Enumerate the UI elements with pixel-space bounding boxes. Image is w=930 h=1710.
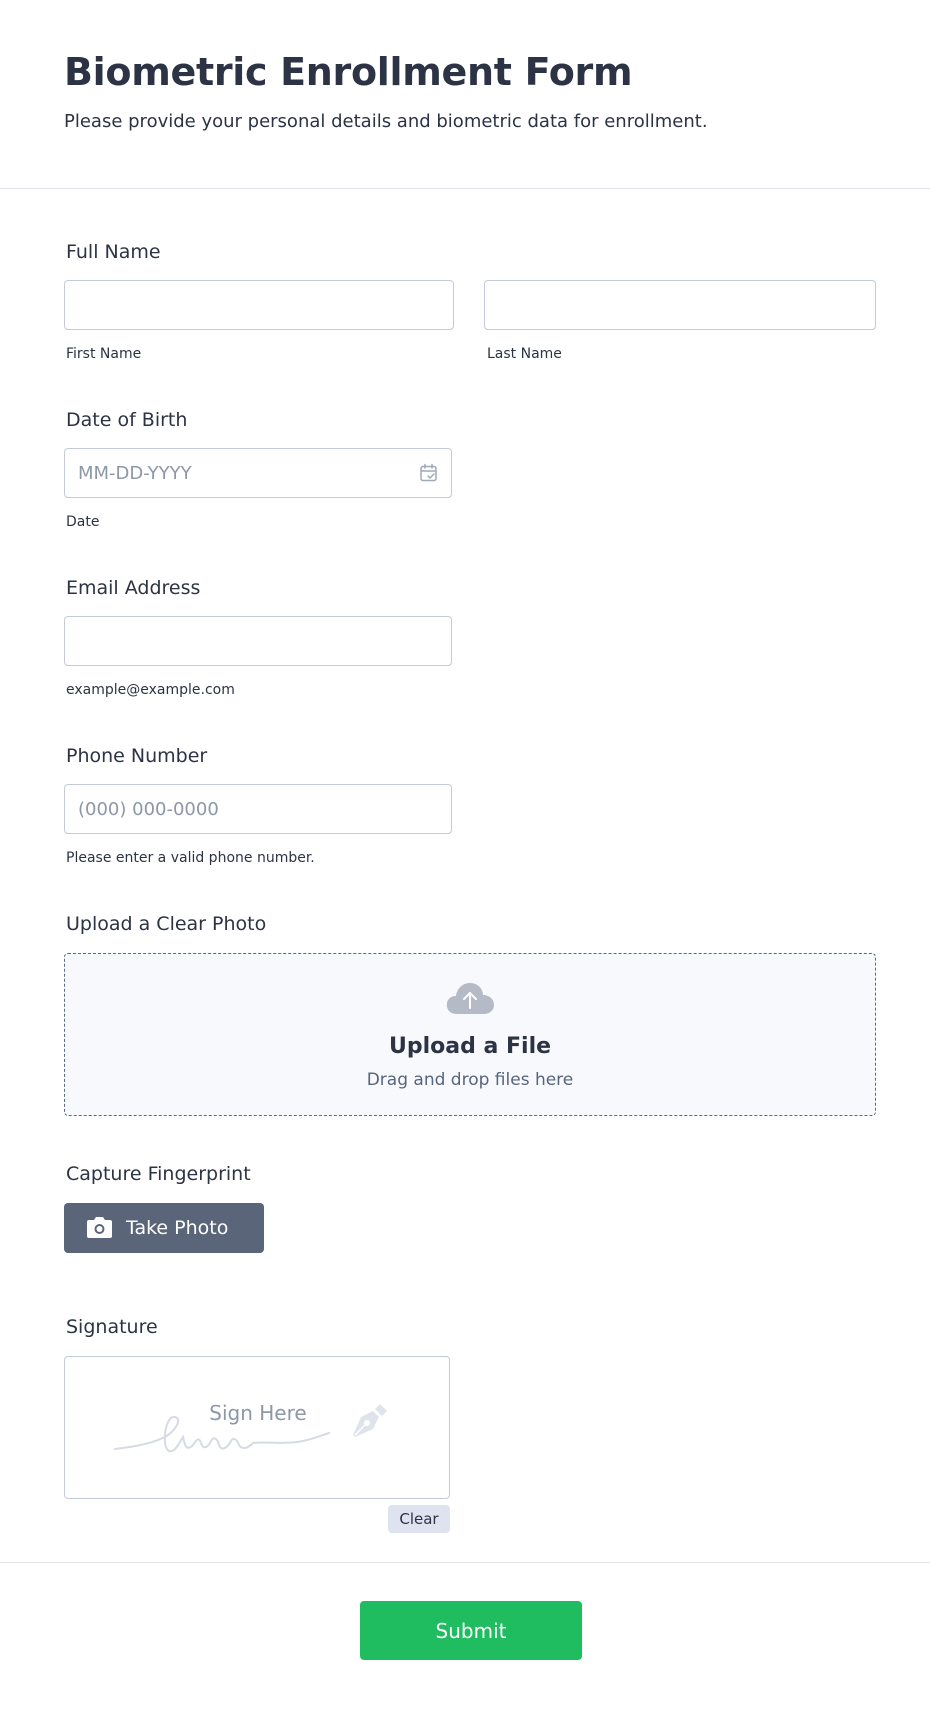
upload-title: Upload a File [388,1034,552,1059]
pen-nib-icon [353,1404,387,1437]
form-header: Biometric Enrollment Form Please provide… [0,0,930,189]
upload-subtitle: Drag and drop files here [366,1070,574,1090]
dob-label: Date of Birth [66,409,188,431]
first-name-sublabel: First Name [66,346,142,362]
phone-sublabel: Please enter a valid phone number. [66,850,315,866]
signature-pad[interactable]: Sign Here [64,1356,450,1499]
footer-divider [0,1562,930,1563]
cloud-upload-icon [446,983,494,1014]
last-name-input[interactable] [484,280,876,330]
form-title: Biometric Enrollment Form [64,50,633,94]
first-name-input[interactable] [64,280,454,330]
phone-label: Phone Number [66,745,208,767]
dob-sublabel: Date [66,514,100,530]
dob-input[interactable] [64,448,452,498]
full-name-label: Full Name [66,241,161,263]
signature-label: Signature [66,1316,158,1338]
email-sublabel: example@example.com [66,682,235,698]
fingerprint-label: Capture Fingerprint [66,1163,251,1185]
file-dropzone[interactable]: Upload a File Drag and drop files here [64,953,876,1116]
take-photo-button[interactable]: Take Photo [64,1203,264,1253]
take-photo-label: Take Photo [126,1217,229,1239]
form-subtitle: Please provide your personal details and… [64,111,708,132]
last-name-sublabel: Last Name [487,346,562,362]
email-label: Email Address [66,577,201,599]
photo-upload-label: Upload a Clear Photo [66,913,267,935]
phone-input[interactable] [64,784,452,834]
submit-button[interactable]: Submit [360,1601,582,1660]
email-input[interactable] [64,616,452,666]
camera-icon [87,1217,112,1238]
clear-signature-button[interactable]: Clear [388,1505,450,1533]
calendar-icon[interactable] [419,463,439,483]
